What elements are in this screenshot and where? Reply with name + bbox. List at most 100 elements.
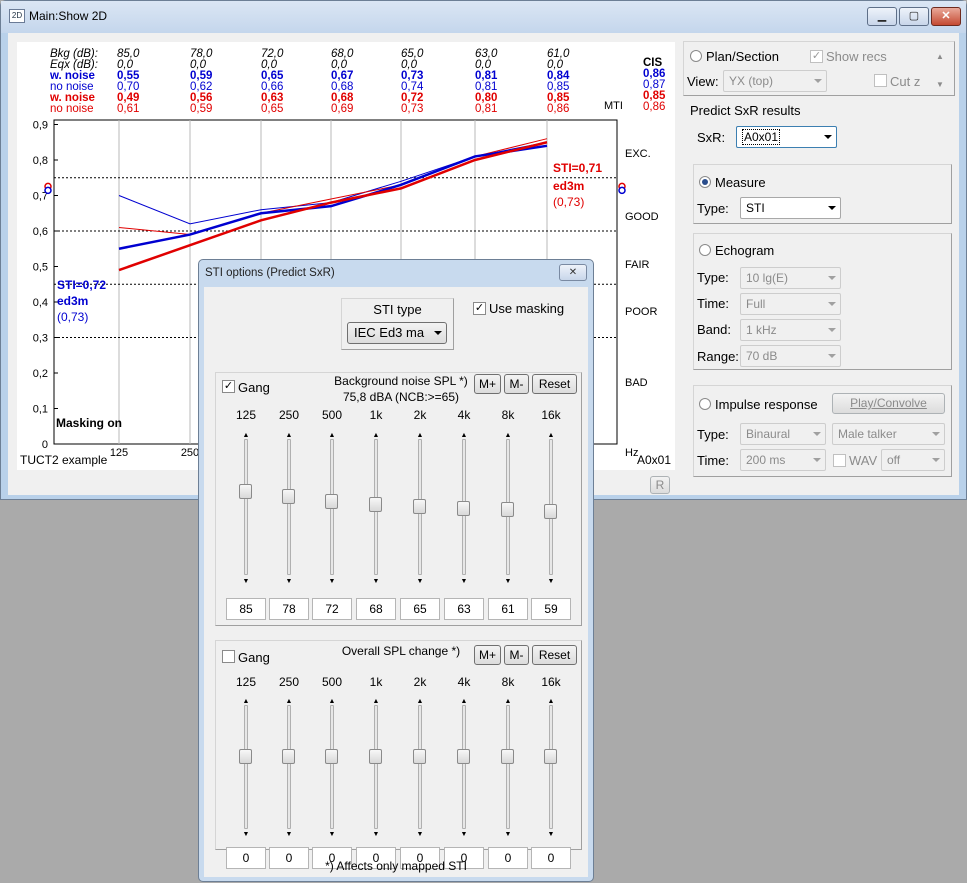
chevron-down-icon [434,331,442,335]
close-button[interactable]: ✕ [931,7,961,26]
sti-type-group: STI type IEC Ed3 ma [341,298,454,350]
cut-z-checkbox[interactable] [874,74,887,87]
ov-slider-track[interactable] [462,705,466,829]
bg-slider-thumb[interactable] [369,497,382,513]
bg-slider-thumb[interactable] [457,500,470,516]
bg-value-field[interactable]: 68 [356,598,396,620]
maximize-button[interactable]: ▢ [899,7,929,26]
ov-slider-track[interactable] [549,705,553,829]
use-masking-checkbox[interactable]: ✓ [473,302,486,315]
impulse-radio[interactable] [699,398,711,410]
ov-slider-track[interactable] [287,705,291,829]
bg-value-field[interactable]: 61 [488,598,528,620]
y-tick-label: 0,2 [33,368,48,380]
talker-dropdown[interactable]: Male talker [832,423,945,445]
bg-slider-thumb[interactable] [282,489,295,505]
bg-slider-track[interactable] [244,439,248,575]
plan-section-radio[interactable] [690,50,702,62]
minimize-button[interactable]: ▁ [867,7,897,26]
bg-band-label: 1k [369,408,383,422]
ov-slider-thumb[interactable] [282,749,295,764]
footer-left-label: TUCT2 example [20,453,108,467]
play-convolve-button[interactable]: Play/Convolve [832,393,945,414]
window-title: Main:Show 2D [29,9,108,23]
bg-slider-thumb[interactable] [413,499,426,515]
dialog-close-button[interactable]: ✕ [559,264,587,281]
ov-slider-thumb[interactable] [457,749,470,764]
sti-right-paren: (0,73) [553,195,584,209]
ov-slider-thumb[interactable] [239,749,252,764]
bg-slider-track[interactable] [287,439,291,575]
ov-slider-thumb[interactable] [325,749,338,764]
bg-slider-thumb[interactable] [544,504,557,520]
echo-band-dropdown[interactable]: 1 kHz [740,319,841,341]
ov-slider-track[interactable] [506,705,510,829]
scroll-up-icon[interactable]: ▲ [936,52,944,61]
bg-slider-thumb[interactable] [501,502,514,518]
rating-label: POOR [625,306,657,318]
bg-value-field[interactable]: 85 [226,598,266,620]
bg-reset-button[interactable]: Reset [532,374,577,394]
show-recs-checkbox[interactable]: ✓ [810,50,823,63]
ov-slider-thumb[interactable] [544,749,557,764]
ov-gang-checkbox[interactable] [222,650,235,663]
bg-mminus-button[interactable]: M- [504,374,529,394]
ov-slider-track[interactable] [418,705,422,829]
imp-time-dropdown[interactable]: 200 ms [740,449,826,471]
bg-gang-label: Gang [238,380,270,395]
sti-type-dropdown[interactable]: IEC Ed3 ma [347,322,447,344]
slider-up-icon: ▲ [504,698,512,705]
slider-down-icon: ▼ [242,578,250,585]
bg-value-field[interactable]: 72 [312,598,352,620]
footnote: *) Affects only mapped STI [325,859,467,873]
bg-value-field[interactable]: 78 [269,598,309,620]
slider-down-icon: ▼ [460,578,468,585]
slider-up-icon: ▲ [372,432,380,439]
r-button[interactable]: R [650,476,670,494]
ov-mminus-button[interactable]: M- [504,645,529,665]
sti-left-sub: ed3m [57,294,88,308]
title-bar[interactable]: 2D Main:Show 2D ▁ ▢ ✕ [1,1,966,33]
ov-band-label: 500 [321,675,343,689]
impulse-panel: Impulse response Play/Convolve Type: Bin… [693,385,952,477]
wav-dropdown[interactable]: off [881,449,945,471]
ov-slider-track[interactable] [330,705,334,829]
echo-time-dropdown[interactable]: Full [740,293,841,315]
scroll-down-icon[interactable]: ▼ [936,80,944,89]
bg-gang-checkbox[interactable]: ✓ [222,380,235,393]
imp-time-value: 200 ms [746,453,786,467]
echo-range-dropdown[interactable]: 70 dB [740,345,841,367]
imp-type-value: Binaural [746,427,791,441]
measure-radio[interactable] [699,176,711,188]
ov-reset-button[interactable]: Reset [532,645,577,665]
wav-checkbox[interactable] [833,454,846,467]
bg-band-label: 500 [321,408,343,422]
footer-right-label: A0x01 [637,453,672,467]
ov-mplus-button[interactable]: M+ [474,645,501,665]
bg-value-field[interactable]: 63 [444,598,484,620]
bg-band-label: 2k [413,408,427,422]
bg-value-field[interactable]: 65 [400,598,440,620]
ov-slider-track[interactable] [244,705,248,829]
echo-time-label: Time: [697,296,730,311]
bg-slider-thumb[interactable] [239,484,252,499]
sti-options-dialog: STI options (Predict SxR) ✕ STI type IEC… [198,259,594,882]
ov-slider-thumb[interactable] [413,749,426,764]
ov-slider-thumb[interactable] [369,749,382,764]
echogram-radio[interactable] [699,244,711,256]
x-tick-label: 250 [181,447,199,459]
sxr-dropdown[interactable]: A0x01 [736,126,837,148]
measure-type-dropdown[interactable]: STI [740,197,841,219]
view-dropdown[interactable]: YX (top) [723,70,827,92]
ov-band-label: 2k [413,675,427,689]
bg-slider-thumb[interactable] [325,494,338,509]
plan-section-panel: Plan/Section ✓ Show recs View: YX (top) … [683,41,955,96]
imp-type-dropdown[interactable]: Binaural [740,423,826,445]
slider-up-icon: ▲ [460,698,468,705]
bg-value-field[interactable]: 59 [531,598,571,620]
bg-mplus-button[interactable]: M+ [474,374,501,394]
ov-slider-thumb[interactable] [501,749,514,764]
y-tick-label: 0,9 [33,120,48,132]
ov-slider-track[interactable] [374,705,378,829]
echo-type-dropdown[interactable]: 10 lg(E) [740,267,841,289]
